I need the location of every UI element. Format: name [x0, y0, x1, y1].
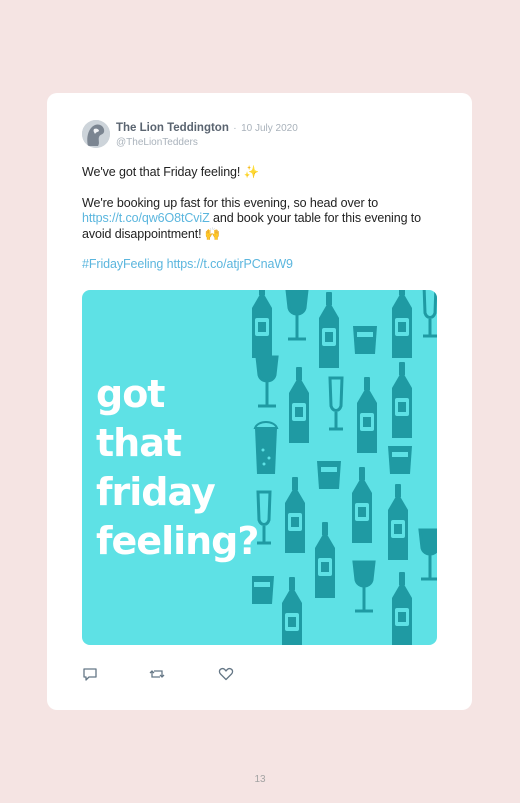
booking-link[interactable]: https://t.co/qw6O8tCviZ [82, 211, 210, 225]
like-icon[interactable] [218, 666, 234, 682]
media-link[interactable]: https://t.co/atjrPCnaW9 [167, 257, 293, 271]
author-handle[interactable]: @TheLionTedders [116, 136, 298, 150]
tweet-line-3: #FridayFeeling https://t.co/atjrPCnaW9 [82, 257, 447, 273]
headline-line-4: feeling? [96, 519, 259, 563]
headline-line-1: got [96, 372, 165, 416]
separator: · [233, 123, 237, 134]
drinks-pattern [252, 290, 437, 645]
avatar[interactable] [82, 120, 110, 148]
tweet-line-2: We're booking up fast for this evening, … [82, 196, 447, 243]
headline-line-3: friday [96, 470, 216, 514]
media-headline: got that friday feeling? [96, 370, 259, 566]
hashtag-link[interactable]: #FridayFeeling [82, 257, 163, 271]
tweet-line-1: We've got that Friday feeling! ✨ [82, 165, 260, 179]
tweet-media-image[interactable]: got that friday feeling? [82, 290, 437, 645]
tweet-date[interactable]: 10 July 2020 [241, 123, 298, 134]
page-number: 13 [254, 774, 266, 785]
reply-icon[interactable] [82, 666, 98, 682]
author-name[interactable]: The Lion Teddington [116, 122, 229, 134]
tweet-line-2-start: We're booking up fast for this evening, … [82, 195, 379, 210]
tweet-text: We've got that Friday feeling! ✨ We're b… [82, 165, 447, 288]
retweet-icon[interactable] [149, 666, 165, 682]
tweet-header: The Lion Teddington · 10 July 2020 @TheL… [116, 120, 298, 150]
tweet-card: The Lion Teddington · 10 July 2020 @TheL… [47, 93, 472, 710]
lion-logo-icon [82, 120, 110, 148]
headline-line-2: that [96, 421, 182, 465]
